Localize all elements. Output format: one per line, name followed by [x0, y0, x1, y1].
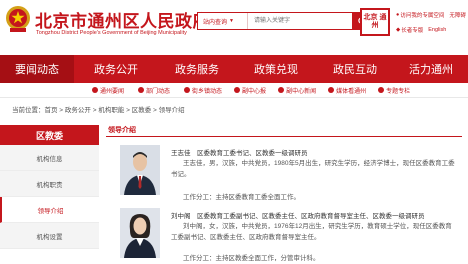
nav-item-interaction[interactable]: 政民互动 — [316, 61, 394, 77]
elderly-version-label: 长者专版 — [401, 28, 424, 34]
nav-item-news[interactable]: 要闻动态 — [0, 55, 74, 83]
main-content: 领导介绍 王志佳 区委教育工委书记、区教委一级调研员 王志佳，男，汉族，中共党员… — [106, 125, 462, 264]
nav-item-services[interactable]: 政务服务 — [158, 61, 236, 77]
leader-duty: 工作分工：主持区委教育工委全面工作。 — [183, 194, 300, 201]
page: 北京市通州区人民政府 Tongzhou District People's Go… — [0, 0, 468, 264]
subnav-item-special[interactable]: 专题专栏 — [378, 86, 410, 95]
search-bar: 站内查询 ▼ — [197, 12, 373, 30]
subnav-item-department[interactable]: 部门动态 — [138, 86, 170, 95]
subnav-item-township[interactable]: 街乡镇动态 — [184, 86, 222, 95]
national-emblem-icon — [6, 6, 30, 32]
leader-photo — [120, 208, 160, 258]
sidebar-item-org-info[interactable]: 机构信息 — [0, 145, 99, 171]
leader-duty: 工作分工：主持区教委全面工作，分管审计科。 — [183, 255, 320, 262]
accessibility-link[interactable]: 无障碍 — [449, 11, 466, 19]
breadcrumb-label: 当前位置： — [12, 107, 45, 114]
tongzhou-logo-text: 北京 通州 — [363, 14, 387, 29]
site-title[interactable]: 北京市通州区人民政府 — [35, 7, 210, 32]
sidebar-title: 区教委 — [0, 125, 99, 145]
leader-bio: 刘中阁，女，汉族，中共党员，1976年12月出生，研究生学历，教育硕士学位，现任… — [171, 223, 452, 241]
tool-links: ● 访问我的专属空间 无障碍 ◆ 长者专版 English — [396, 11, 468, 41]
subnav-item-center-news[interactable]: 副中心新闻 — [278, 86, 316, 95]
search-scope-select[interactable]: 站内查询 ▼ — [198, 13, 248, 29]
tongzhou-logo[interactable]: 北京 通州 — [360, 8, 390, 36]
personal-space-label: 访问我的专属空间 — [400, 13, 445, 19]
elderly-version-link[interactable]: ◆ 长者专版 — [396, 26, 423, 34]
nav-item-policy[interactable]: 政策兑现 — [236, 61, 316, 77]
breadcrumb-path[interactable]: 首页 > 政务公开 > 机构职能 > 区教委 > 领导介绍 — [45, 107, 185, 114]
section-title: 领导介绍 — [106, 125, 462, 137]
elderly-icon: ◆ — [396, 27, 401, 33]
nav-item-open-affairs[interactable]: 政务公开 — [74, 61, 158, 77]
personal-space-link[interactable]: ● 访问我的专属空间 — [396, 11, 444, 19]
sidebar: 区教委 机构信息 机构职责 领导介绍 机构设置 — [0, 125, 99, 264]
sidebar-item-structure[interactable]: 机构设置 — [0, 223, 99, 249]
sub-nav: 通州要闻 部门动态 街乡镇动态 副中心报 副中心新闻 媒体看通州 专题专栏 — [0, 83, 468, 98]
sidebar-item-leaders[interactable]: 领导介绍 — [0, 197, 99, 223]
nav-item-vitality[interactable]: 活力通州 — [394, 61, 468, 77]
subnav-item-tongzhou-news[interactable]: 通州要闻 — [92, 86, 124, 95]
site-header: 北京市通州区人民政府 Tongzhou District People's Go… — [0, 0, 468, 55]
english-link[interactable]: English — [428, 27, 446, 33]
chevron-down-icon: ▼ — [229, 18, 234, 24]
leader-heading: 王志佳 区委教育工委书记、区教委一级调研员 — [171, 150, 308, 157]
sidebar-item-duties[interactable]: 机构职责 — [0, 171, 99, 197]
user-icon: ● — [396, 12, 400, 18]
site-subtitle: Tongzhou District People's Government of… — [36, 30, 187, 36]
search-input[interactable] — [248, 13, 352, 29]
leader-heading: 刘中阁 区委教育工委副书记、区教委主任、区政府教育督导室主任、区教委一级调研员 — [171, 213, 425, 220]
main-nav: 要闻动态 政务公开 政务服务 政策兑现 政民互动 活力通州 — [0, 55, 468, 83]
search-scope-label: 站内查询 — [203, 19, 228, 26]
leader-bio: 王志佳，男，汉族，中共党员，1980年5月出生，研究生学历，经济学博士，现任区委… — [171, 160, 455, 178]
breadcrumb: 当前位置：首页 > 政务公开 > 机构职能 > 区教委 > 领导介绍 — [12, 104, 185, 114]
leader-photo — [120, 145, 160, 195]
subnav-item-newspaper[interactable]: 副中心报 — [234, 86, 266, 95]
subnav-item-media[interactable]: 媒体看通州 — [328, 86, 366, 95]
